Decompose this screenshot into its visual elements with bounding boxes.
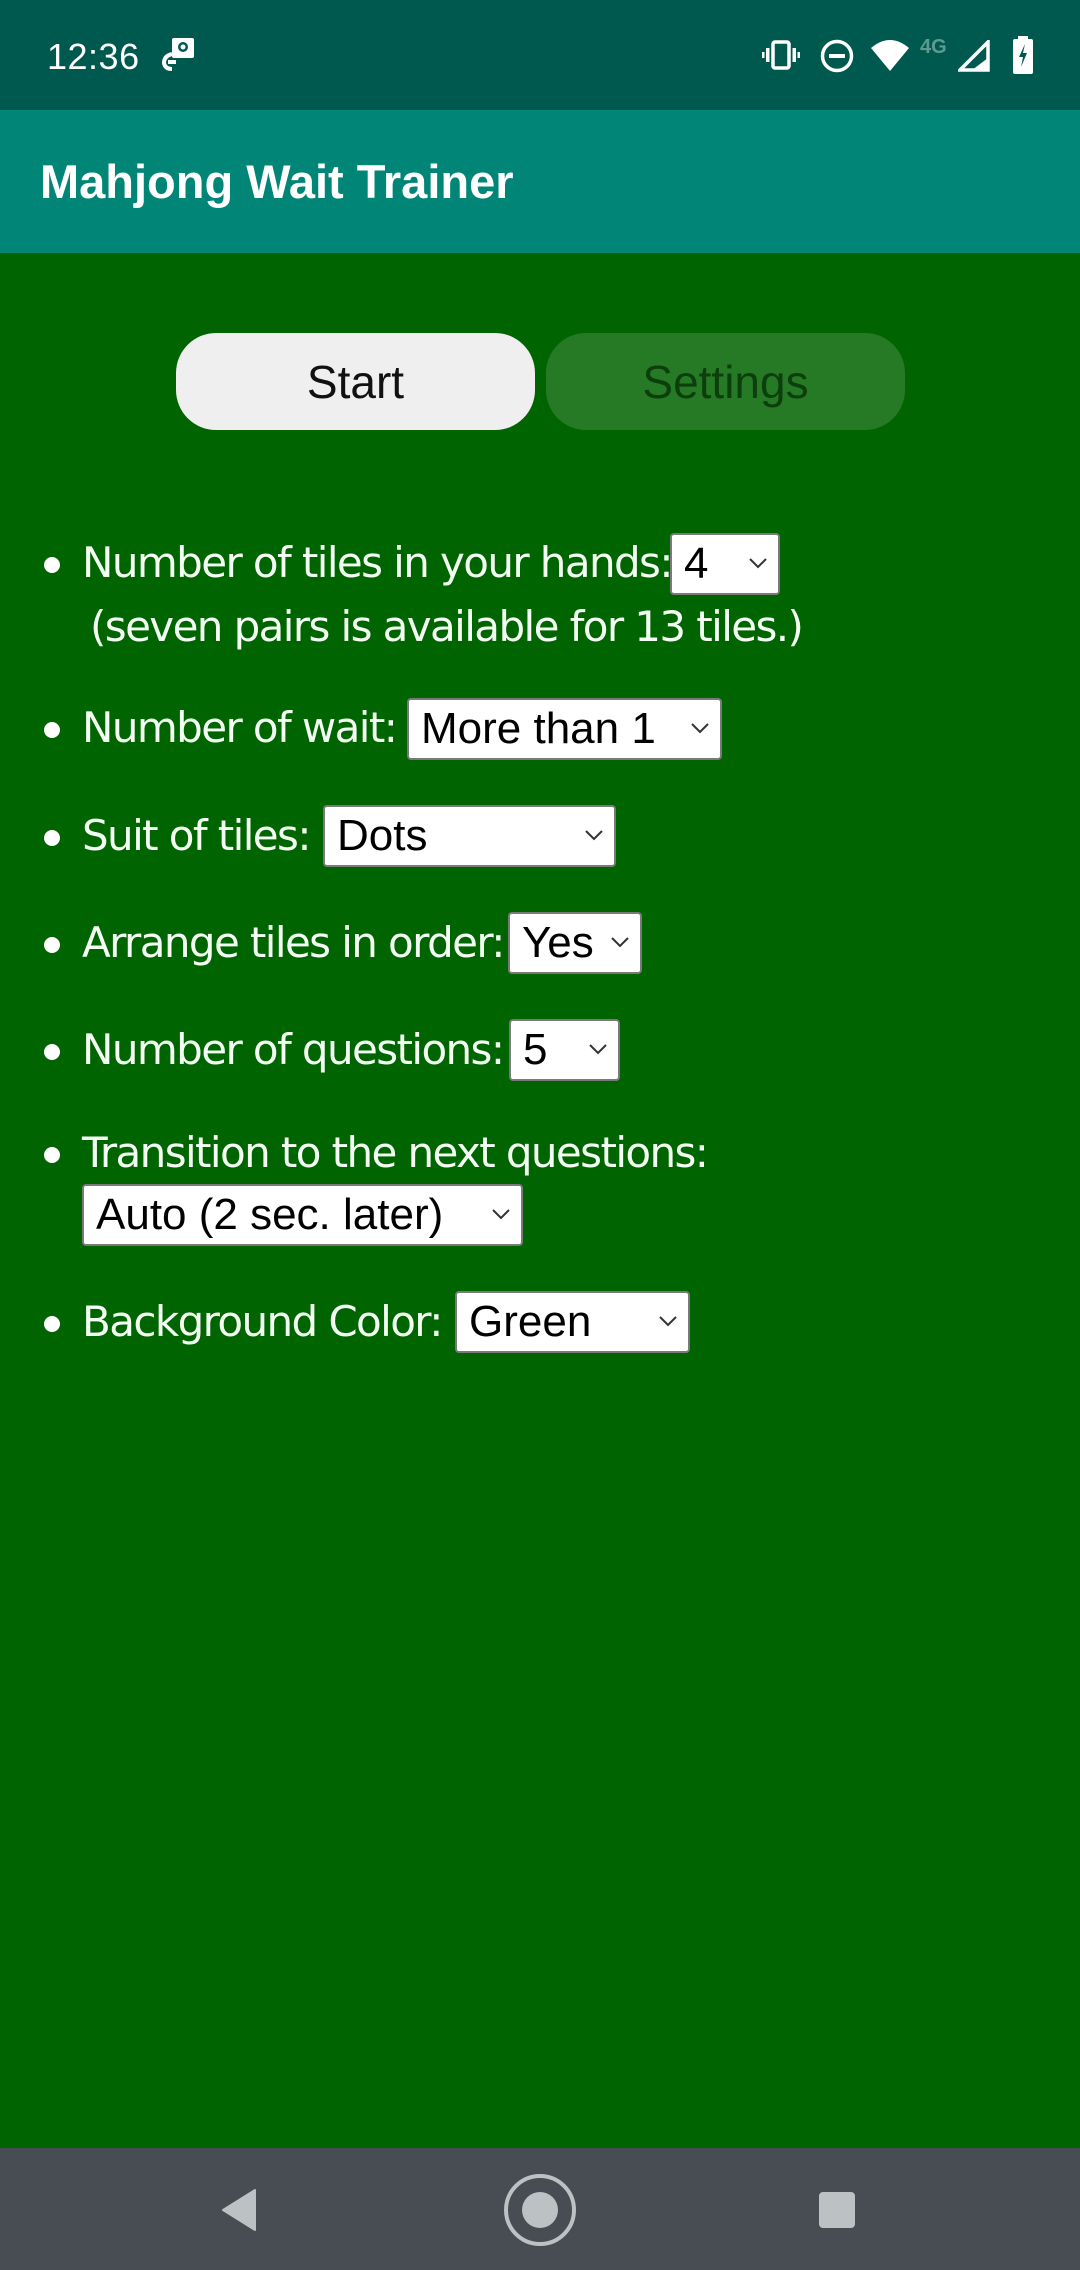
arrange-order-select[interactable]: Yes — [508, 912, 642, 974]
wifi-icon — [871, 40, 909, 71]
chevron-down-icon — [691, 723, 709, 734]
chevron-down-icon — [611, 937, 629, 948]
bullet — [44, 557, 60, 573]
select-value: Yes — [522, 918, 594, 967]
chevron-down-icon — [585, 830, 603, 841]
select-value: 4 — [684, 539, 709, 588]
4g-icon: 4G — [920, 36, 947, 58]
bullet — [44, 1147, 60, 1163]
number-of-questions-select[interactable]: 5 — [509, 1019, 620, 1081]
select-value: Green — [469, 1297, 592, 1346]
battery-charging-icon — [1013, 36, 1033, 74]
status-bar: 12:36 4G — [0, 0, 1080, 110]
setting-note: (seven pairs is available for 13 tiles.) — [90, 602, 804, 651]
vpn-key-icon — [161, 38, 194, 71]
chevron-down-icon — [589, 1044, 607, 1055]
select-value: Dots — [337, 811, 428, 860]
chevron-down-icon — [659, 1316, 677, 1327]
home-icon[interactable] — [502, 2172, 578, 2248]
tiles-in-hand-select[interactable]: 4 — [670, 533, 780, 595]
setting-label: Background Color: — [82, 1297, 443, 1346]
setting-background-color: Background Color: Green — [0, 1289, 1080, 1359]
setting-transition: Transition to the next questions: Auto (… — [0, 1120, 1080, 1255]
status-time: 12:36 — [47, 36, 140, 77]
select-value: More than 1 — [421, 704, 656, 753]
chevron-down-icon — [492, 1209, 510, 1220]
select-value: Auto (2 sec. later) — [96, 1190, 444, 1239]
suit-select[interactable]: Dots — [323, 805, 616, 867]
bullet — [44, 1316, 60, 1332]
bullet — [44, 830, 60, 846]
setting-label: Number of tiles in your hands: — [82, 538, 673, 587]
setting-number-of-wait: Number of wait: More than 1 — [0, 695, 1080, 765]
transition-select[interactable]: Auto (2 sec. later) — [82, 1184, 523, 1246]
setting-label: Transition to the next questions: — [82, 1128, 709, 1177]
screen: 12:36 4G Mahjong Wait Trainer Start Sett… — [0, 0, 1080, 2270]
bullet — [44, 1044, 60, 1060]
setting-tiles-in-hand: Number of tiles in your hands: 4 (seven … — [0, 530, 1080, 670]
setting-number-of-questions: Number of questions: 5 — [0, 1017, 1080, 1087]
select-value: 5 — [523, 1025, 548, 1074]
setting-label: Arrange tiles in order: — [82, 918, 505, 967]
cell-signal-icon — [958, 40, 990, 72]
setting-label: Number of wait: — [82, 703, 398, 752]
navigation-bar — [0, 2148, 1080, 2270]
back-icon[interactable] — [218, 2188, 258, 2232]
settings-button[interactable]: Settings — [546, 333, 905, 430]
setting-label: Number of questions: — [82, 1025, 505, 1074]
vibrate-icon — [762, 40, 800, 70]
setting-arrange-order: Arrange tiles in order: Yes — [0, 910, 1080, 980]
do-not-disturb-icon — [820, 39, 854, 73]
app-title: Mahjong Wait Trainer — [40, 155, 514, 208]
start-button[interactable]: Start — [176, 333, 535, 430]
recents-icon[interactable] — [817, 2190, 857, 2230]
setting-suit: Suit of tiles: Dots — [0, 803, 1080, 873]
app-bar: Mahjong Wait Trainer — [0, 110, 1080, 253]
number-of-wait-select[interactable]: More than 1 — [407, 698, 722, 760]
bullet — [44, 722, 60, 738]
bullet — [44, 937, 60, 953]
chevron-down-icon — [749, 558, 767, 569]
setting-label: Suit of tiles: — [82, 811, 311, 860]
background-color-select[interactable]: Green — [455, 1291, 690, 1353]
